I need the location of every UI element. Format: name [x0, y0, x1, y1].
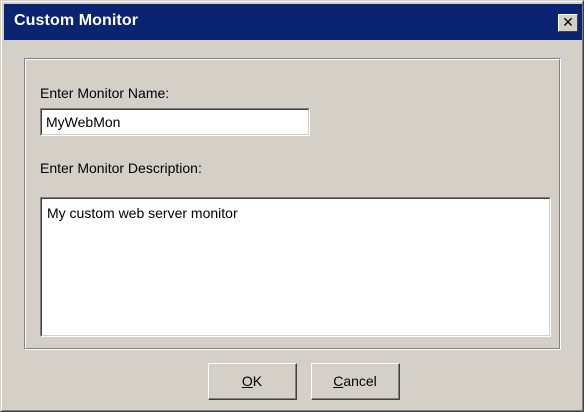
- ok-mnemonic: O: [241, 373, 253, 389]
- cancel-mnemonic: C: [333, 373, 344, 389]
- monitor-description-label: Enter Monitor Description:: [40, 160, 202, 176]
- dialog-frame: Custom Monitor ✕ Enter Monitor Name: MyW…: [1, 1, 583, 411]
- title-bar[interactable]: Custom Monitor ✕: [4, 4, 582, 40]
- ok-button-face[interactable]: OK: [209, 364, 296, 399]
- ok-button[interactable]: OK: [208, 363, 297, 400]
- cancel-button-face[interactable]: Cancel: [312, 364, 399, 399]
- monitor-name-label: Enter Monitor Name:: [40, 85, 170, 101]
- monitor-name-input[interactable]: MyWebMon: [40, 108, 310, 136]
- custom-monitor-dialog: Custom Monitor ✕ Enter Monitor Name: MyW…: [0, 0, 584, 412]
- cancel-label-rest: ancel: [343, 373, 377, 389]
- monitor-description-textarea[interactable]: My custom web server monitor: [40, 197, 551, 337]
- close-button[interactable]: ✕: [558, 14, 578, 32]
- ok-label-rest: K: [252, 373, 263, 389]
- group-frame: Enter Monitor Name: MyWebMon Enter Monit…: [25, 59, 560, 349]
- monitor-name-value[interactable]: MyWebMon: [41, 109, 309, 135]
- monitor-details-group: Enter Monitor Name: MyWebMon Enter Monit…: [24, 58, 561, 350]
- cancel-button[interactable]: Cancel: [311, 363, 400, 400]
- monitor-description-value[interactable]: My custom web server monitor: [41, 198, 550, 336]
- close-icon: ✕: [562, 15, 574, 31]
- window-title: Custom Monitor: [14, 12, 139, 29]
